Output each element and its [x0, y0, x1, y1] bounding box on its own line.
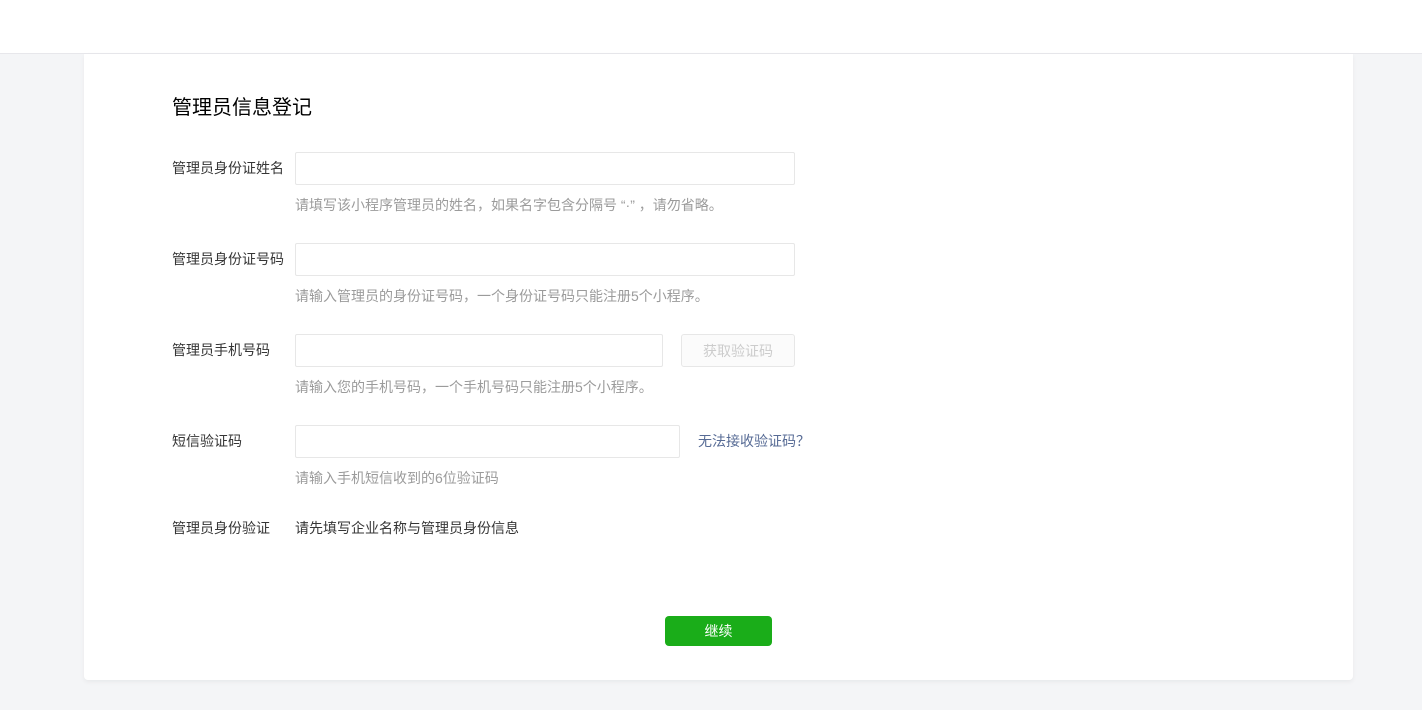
admin-registration-card: 管理员信息登记 管理员身份证姓名 请填写该小程序管理员的姓名，如果名字包含分隔号… [84, 54, 1353, 680]
button-row: 继续 [84, 616, 1353, 646]
admin-id-number-hint: 请输入管理员的身份证号码，一个身份证号码只能注册5个小程序。 [295, 286, 1353, 306]
admin-id-number-label: 管理员身份证号码 [172, 243, 295, 276]
page-title: 管理员信息登记 [172, 94, 1353, 122]
top-navigation-bar [0, 0, 1422, 54]
admin-id-number-input[interactable] [295, 243, 795, 276]
form-row-admin-id-name: 管理员身份证姓名 请填写该小程序管理员的姓名，如果名字包含分隔号 “·” ，请勿… [84, 152, 1353, 215]
admin-phone-hint: 请输入您的手机号码，一个手机号码只能注册5个小程序。 [295, 377, 1353, 397]
form-row-identity-verification: 管理员身份验证 请先填写企业名称与管理员身份信息 [84, 518, 1353, 538]
form-row-admin-id-number: 管理员身份证号码 请输入管理员的身份证号码，一个身份证号码只能注册5个小程序。 [84, 243, 1353, 306]
admin-phone-label: 管理员手机号码 [172, 334, 295, 367]
form-row-sms-code: 短信验证码 无法接收验证码？ 请输入手机短信收到的6位验证码 [84, 425, 1353, 488]
identity-verification-text: 请先填写企业名称与管理员身份信息 [295, 518, 1353, 538]
identity-verification-label: 管理员身份验证 [172, 518, 295, 538]
page-background: 管理员信息登记 管理员身份证姓名 请填写该小程序管理员的姓名，如果名字包含分隔号… [0, 54, 1422, 710]
admin-id-name-label: 管理员身份证姓名 [172, 152, 295, 185]
form-row-admin-phone: 管理员手机号码 获取验证码 请输入您的手机号码，一个手机号码只能注册5个小程序。 [84, 334, 1353, 397]
sms-code-hint: 请输入手机短信收到的6位验证码 [295, 468, 1353, 488]
sms-code-label: 短信验证码 [172, 425, 295, 458]
continue-button[interactable]: 继续 [665, 616, 772, 646]
cannot-receive-code-link[interactable]: 无法接收验证码？ [698, 425, 810, 458]
admin-phone-input[interactable] [295, 334, 663, 367]
get-verification-code-button[interactable]: 获取验证码 [681, 334, 795, 367]
admin-id-name-input[interactable] [295, 152, 795, 185]
admin-id-name-hint: 请填写该小程序管理员的姓名，如果名字包含分隔号 “·” ，请勿省略。 [295, 195, 1353, 215]
sms-code-input[interactable] [295, 425, 680, 458]
